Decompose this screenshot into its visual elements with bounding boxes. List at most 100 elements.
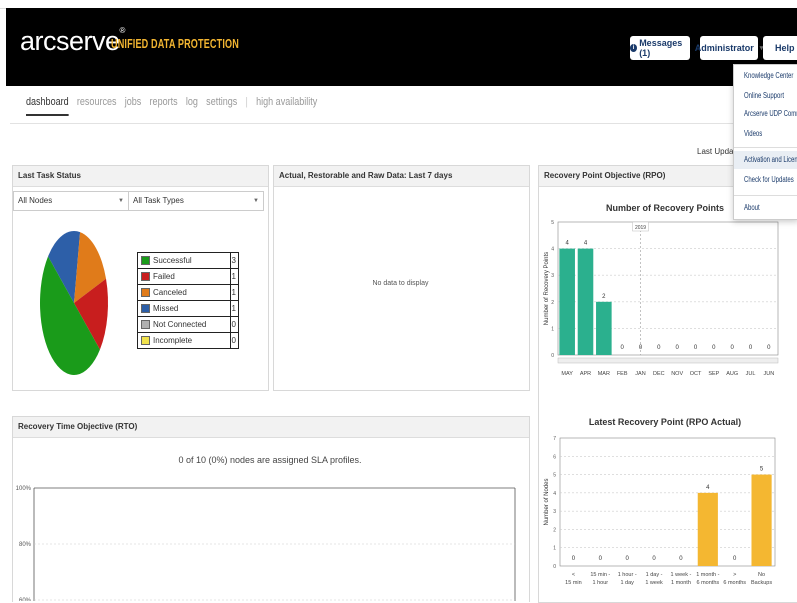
arcserve-logo[interactable]: arcserve® xyxy=(20,26,125,57)
legend-swatch xyxy=(141,256,150,265)
menu-separator xyxy=(734,147,797,148)
legend-row: Failed 1 xyxy=(138,269,238,285)
x-tick-label: MAY xyxy=(561,371,573,377)
legend-count: 0 xyxy=(231,336,236,345)
nav-high-availability[interactable]: high availability xyxy=(256,96,317,108)
node-filter-select[interactable]: All Nodes ▼ xyxy=(13,191,129,211)
x-tick-label: 15 min xyxy=(565,580,582,586)
bar[interactable] xyxy=(697,492,718,566)
nav-settings[interactable]: settings xyxy=(206,96,237,108)
legend-count: 1 xyxy=(231,304,236,313)
bar[interactable] xyxy=(751,474,772,566)
help-label: Help xyxy=(775,43,795,53)
legend-row: Missed 1 xyxy=(138,301,238,317)
legend-label: Successful xyxy=(153,256,192,265)
legend-row: Incomplete 0 xyxy=(138,333,238,348)
help-menu-item-check-for-updates[interactable]: Check for Updates xyxy=(744,175,794,184)
x-tick-label: DEC xyxy=(653,371,665,377)
legend-swatch xyxy=(141,304,150,313)
nav-divider xyxy=(10,123,797,124)
legend-label: Incomplete xyxy=(153,336,193,345)
legend-swatch xyxy=(141,320,150,329)
help-menu-item-arcserve-udp-commu[interactable]: Arcserve UDP Commu xyxy=(744,109,797,118)
task-type-filter-value: All Task Types xyxy=(133,196,184,205)
sla-status-text: 0 of 10 (0%) nodes are assigned SLA prof… xyxy=(178,455,362,465)
messages-label: Messages (1) xyxy=(639,38,683,58)
bar[interactable] xyxy=(559,248,575,355)
nav-reports[interactable]: reports xyxy=(150,96,178,108)
x-tick-label: APR xyxy=(580,371,591,377)
legend-count: 0 xyxy=(231,320,236,329)
y-tick-label: 5 xyxy=(551,220,554,226)
help-menu-item-videos[interactable]: Videos xyxy=(744,129,762,138)
task-status-legend: Successful 3 Failed 1 Canceled 1 Missed 1 Not Co… xyxy=(137,252,239,349)
legend-row: Not Connected 0 xyxy=(138,317,238,333)
x-tick-label: No xyxy=(758,572,765,578)
nav-log[interactable]: log xyxy=(186,96,198,108)
legend-count: 1 xyxy=(231,288,236,297)
legend-count: 3 xyxy=(231,256,236,265)
nav-dashboard[interactable]: dashboard xyxy=(26,96,69,116)
messages-button[interactable]: i Messages (1) xyxy=(630,36,690,60)
y-tick-label: 80% xyxy=(19,542,32,548)
menu-separator xyxy=(734,195,797,196)
legend-label: Not Connected xyxy=(153,320,207,329)
bar[interactable] xyxy=(596,301,612,355)
task-type-filter-select[interactable]: All Task Types ▼ xyxy=(128,191,264,211)
y-tick-label: 0 xyxy=(551,353,554,359)
recovery-points-chart: Number of Recovery Points 0 1 2 3 4 5 Number of… xyxy=(544,203,779,377)
x-tick-label: > xyxy=(733,572,736,578)
y-axis-label: Number of Nodes xyxy=(544,478,550,525)
administrator-button[interactable]: Administrator ▾ xyxy=(695,36,763,60)
plot-area xyxy=(559,437,776,567)
x-tick-label: JAN xyxy=(635,371,645,377)
help-menu-item-knowledge-center[interactable]: Knowledge Center xyxy=(744,71,793,80)
data-panel: Actual, Restorable and Raw Data: Last 7 … xyxy=(273,165,530,391)
chart-title: Number of Recovery Points xyxy=(606,203,724,213)
main-nav: dashboard resources jobs reports log set… xyxy=(26,96,323,116)
legend-label: Missed xyxy=(153,304,179,313)
x-tick-label: NOV xyxy=(671,371,683,377)
logo-text: arcserve xyxy=(20,26,120,56)
nav-jobs[interactable]: jobs xyxy=(125,96,142,108)
x-tick-label: SEP xyxy=(708,371,719,377)
help-menu-item-online-support[interactable]: Online Support xyxy=(744,91,784,100)
x-tick-label: JUN xyxy=(763,371,774,377)
latest-recovery-point-chart: Latest Recovery Point (RPO Actual) 0 1 2 3 4 5… xyxy=(544,417,776,586)
year-annotation: 2019 xyxy=(635,225,646,231)
node-filter-value: All Nodes xyxy=(18,196,53,205)
y-tick-label: 5 xyxy=(553,473,556,479)
x-tick-label: FEB xyxy=(617,371,628,377)
nav-resources[interactable]: resources xyxy=(77,96,117,108)
chart-scrollbar[interactable] xyxy=(557,357,779,364)
help-button[interactable]: Help ▾ xyxy=(763,36,797,60)
x-tick-label: < xyxy=(572,572,575,578)
bar[interactable] xyxy=(577,248,594,355)
x-tick-label: OCT xyxy=(690,371,702,377)
no-data-message: No data to display xyxy=(372,280,429,287)
chevron-down-icon: ▼ xyxy=(118,198,124,204)
x-tick-label: 1 hour - xyxy=(618,572,637,578)
x-tick-label: MAR xyxy=(598,371,610,377)
legend-row: Successful 3 xyxy=(138,253,238,269)
help-menu-item-activation-and-licensing[interactable]: Activation and Licensing xyxy=(744,155,797,164)
x-tick-label: 15 min - xyxy=(590,572,610,578)
rto-chart-area: 100%80%60% xyxy=(16,486,516,601)
nav-separator: | xyxy=(245,96,248,108)
help-dropdown-menu: Knowledge Center Online Support Arcserve U… xyxy=(733,64,797,220)
legend-swatch xyxy=(141,336,150,345)
y-tick-label: 2 xyxy=(553,527,556,533)
y-tick-label: 4 xyxy=(551,247,554,253)
x-tick-label: 1 month xyxy=(671,580,691,586)
administrator-label: Administrator xyxy=(694,43,754,53)
x-tick-label: Backups xyxy=(751,580,772,586)
chart-title: Latest Recovery Point (RPO Actual) xyxy=(589,417,741,427)
legend-swatch xyxy=(141,272,150,281)
panel-title: Last Task Status xyxy=(13,166,268,187)
task-status-pie-chart xyxy=(40,231,108,375)
help-menu-item-about[interactable]: About xyxy=(744,203,760,212)
logo-registered-mark: ® xyxy=(119,26,126,35)
product-name: UNIFIED DATA PROTECTION xyxy=(111,36,239,51)
y-tick-label: 4 xyxy=(553,491,556,497)
x-tick-label: 1 day - xyxy=(646,572,663,578)
